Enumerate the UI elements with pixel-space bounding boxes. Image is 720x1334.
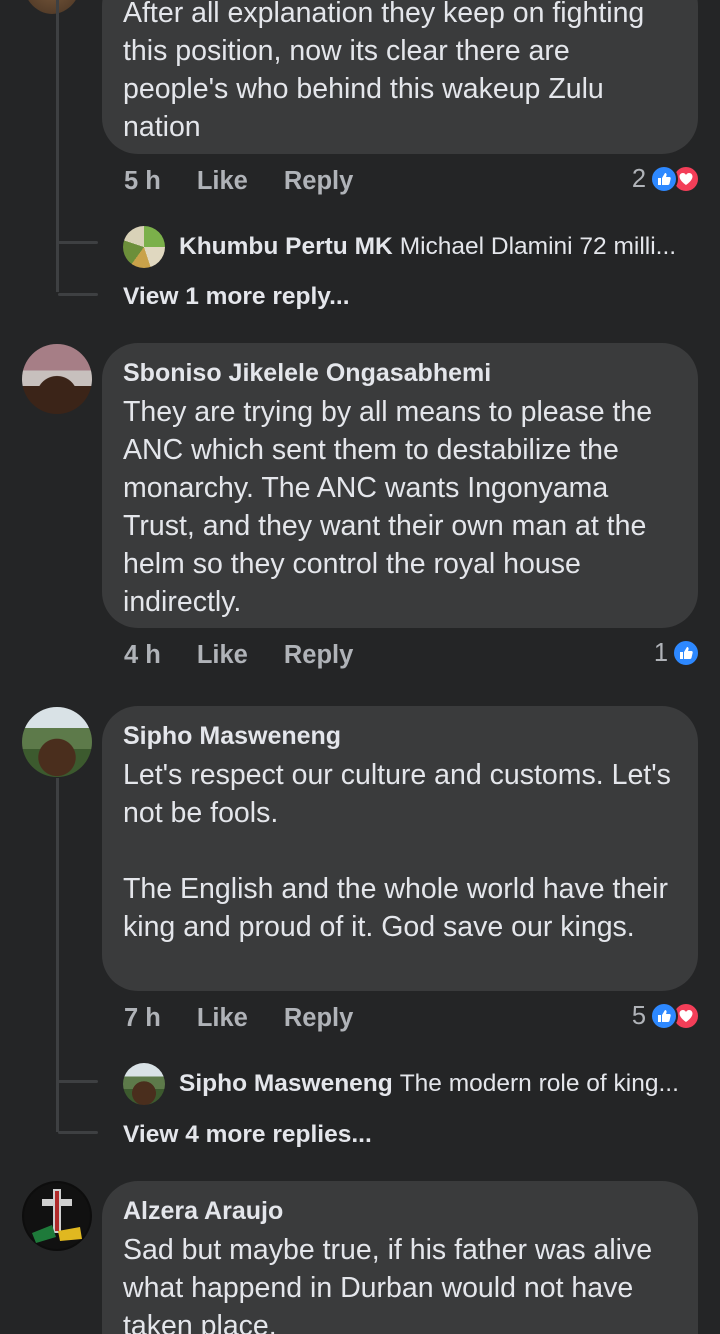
- view-more-replies[interactable]: View 4 more replies...: [123, 1121, 372, 1149]
- reply-preview[interactable]: Sipho Masweneng The modern role of king.…: [123, 1063, 700, 1105]
- reply-snippet: Michael Dlamini 72 milli...: [399, 233, 677, 260]
- reaction-summary[interactable]: 2: [632, 161, 700, 197]
- reaction-count: 1: [653, 638, 668, 667]
- comment-text: Let's respect our culture and customs. L…: [123, 759, 671, 943]
- like-icon: [650, 165, 678, 193]
- comment-actions: 5 h Like Reply: [124, 163, 389, 199]
- reaction-count: 2: [631, 164, 646, 193]
- comment-time[interactable]: 5 h: [124, 167, 161, 196]
- reply-button[interactable]: Reply: [284, 641, 353, 670]
- reply-preview[interactable]: Khumbu Pertu MK Michael Dlamini 72 milli…: [123, 226, 700, 268]
- thread-branch: [58, 1131, 98, 1134]
- thread-line: [56, 0, 59, 292]
- commenter-avatar[interactable]: [22, 0, 82, 14]
- comment-actions: 7 h Like Reply: [124, 1000, 389, 1036]
- comment-time[interactable]: 7 h: [124, 1004, 161, 1033]
- comment-text: They are trying by all means to please t…: [123, 396, 653, 618]
- reaction-summary[interactable]: 1: [654, 635, 700, 671]
- view-more-replies[interactable]: View 1 more reply...: [123, 283, 350, 311]
- like-button[interactable]: Like: [197, 641, 248, 670]
- commenter-avatar[interactable]: [22, 707, 92, 777]
- reply-button[interactable]: Reply: [284, 1004, 353, 1033]
- comment-bubble[interactable]: After all explanation they keep on fight…: [102, 0, 698, 154]
- reply-snippet: The modern role of king...: [399, 1070, 679, 1097]
- comment-text: After all explanation they keep on fight…: [123, 0, 645, 143]
- thread-line: [56, 778, 59, 1132]
- comment-author[interactable]: Sboniso Jikelele Ongasabhemi: [123, 357, 676, 389]
- reply-button[interactable]: Reply: [284, 167, 353, 196]
- comment-bubble[interactable]: Sboniso Jikelele Ongasabhemi They are tr…: [102, 343, 698, 628]
- comment-author[interactable]: Alzera Araujo: [123, 1195, 676, 1227]
- comment-bubble[interactable]: Alzera Araujo Sad but maybe true, if his…: [102, 1181, 698, 1334]
- commenter-avatar[interactable]: [22, 1181, 92, 1251]
- like-button[interactable]: Like: [197, 167, 248, 196]
- comment-text: Sad but maybe true, if his father was al…: [123, 1234, 653, 1334]
- reaction-count: 5: [631, 1001, 646, 1030]
- like-button[interactable]: Like: [197, 1004, 248, 1033]
- reply-author[interactable]: Sipho Masweneng: [179, 1070, 393, 1098]
- thread-branch: [58, 241, 98, 244]
- like-icon: [650, 1002, 678, 1030]
- commenter-avatar[interactable]: [22, 344, 92, 414]
- like-icon: [672, 639, 700, 667]
- thread-branch: [58, 293, 98, 296]
- comment-author[interactable]: Sipho Masweneng: [123, 720, 676, 752]
- comment-time[interactable]: 4 h: [124, 641, 161, 670]
- comment-bubble[interactable]: Sipho Masweneng Let's respect our cultur…: [102, 706, 698, 991]
- reaction-summary[interactable]: 5: [632, 998, 700, 1034]
- comment-actions: 4 h Like Reply: [124, 637, 389, 673]
- reply-author[interactable]: Khumbu Pertu MK: [179, 233, 393, 261]
- thread-branch: [58, 1080, 98, 1083]
